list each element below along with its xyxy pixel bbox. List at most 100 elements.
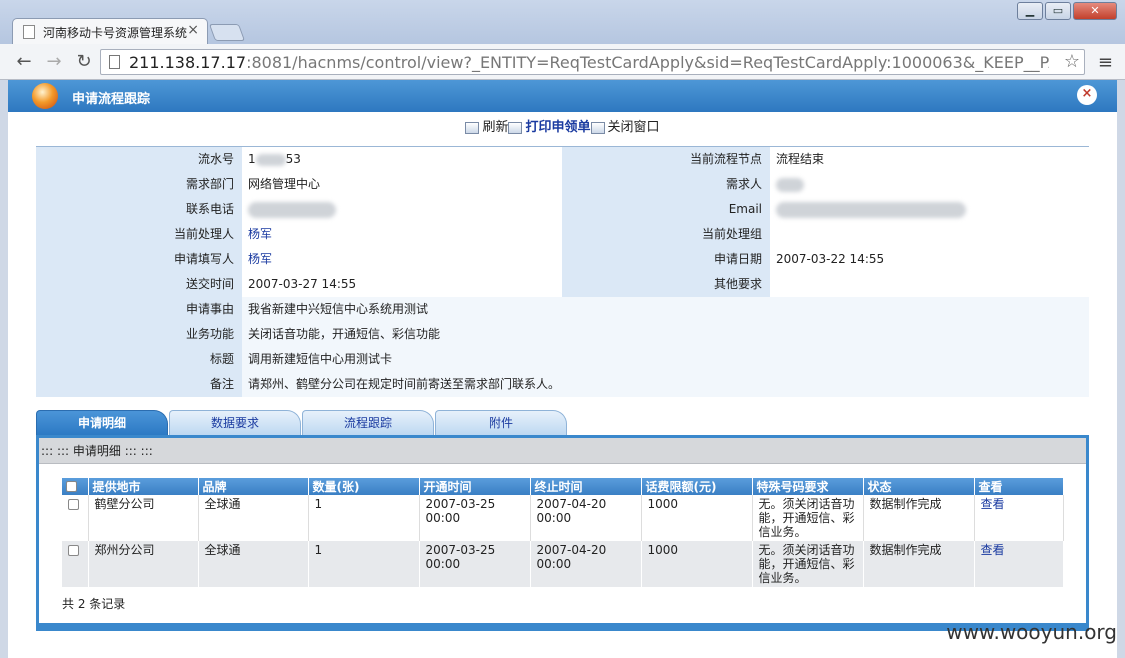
header-close-button[interactable]: × [1077, 85, 1097, 105]
other-req-value [770, 272, 1089, 297]
cell-status: 数据制作完成 [863, 495, 975, 541]
remark-label: 备注 [36, 372, 242, 397]
col-special: 特殊号码要求 [752, 478, 864, 495]
action-bar: 刷新 打印申领单 关闭窗口 [8, 116, 1117, 135]
bookmark-star-icon[interactable]: ☆ [1064, 51, 1080, 72]
page-icon [109, 55, 120, 69]
cell-limit: 1000 [641, 541, 753, 587]
cell-special: 无。须关闭话音功能，开通短信、彩信业务。 [752, 541, 864, 587]
submit-time-label: 送交时间 [36, 272, 242, 297]
submit-time-value: 2007-03-27 14:55 [248, 277, 357, 291]
dept-label: 需求部门 [36, 172, 242, 197]
group-value [770, 222, 1089, 247]
serial-label: 流水号 [36, 147, 242, 172]
apply-date-value: 2007-03-22 14:55 [776, 252, 885, 266]
handler-label: 当前处理人 [36, 222, 242, 247]
phone-label: 联系电话 [36, 197, 242, 222]
cell-status: 数据制作完成 [863, 541, 975, 587]
new-tab-button[interactable] [208, 24, 246, 41]
reason-value: 我省新建中兴短信中心系统用测试 [242, 297, 1089, 322]
cell-qty: 1 [308, 541, 420, 587]
apply-date-label: 申请日期 [562, 247, 770, 272]
cell-qty: 1 [308, 495, 420, 541]
email-value [770, 197, 1089, 222]
back-arrow-icon[interactable]: ← [12, 51, 36, 72]
window-close-button[interactable]: ✕ [1073, 2, 1117, 20]
subject-label: 标题 [36, 347, 242, 372]
node-label: 当前流程节点 [562, 147, 770, 172]
chrome-menu-icon[interactable]: ≡ [1098, 52, 1113, 73]
tab-attachments[interactable]: 附件 [435, 410, 567, 436]
close-window-icon [590, 121, 605, 134]
subject-value: 调用新建短信中心用测试卡 [242, 347, 1089, 372]
table-row: 鹤壁分公司 全球通 1 2007-03-25 00:00 2007-04-20 … [62, 495, 1064, 541]
record-count: 共 2 条记录 [62, 597, 126, 611]
cell-end: 2007-04-20 00:00 [530, 541, 642, 587]
dept-value: 网络管理中心 [248, 177, 321, 191]
browser-tab-title: 河南移动卡号资源管理系统 [43, 26, 188, 40]
reason-label: 申请事由 [36, 297, 242, 322]
url-text[interactable]: 211.138.17.17:8081/hacnms/control/view?_… [129, 53, 1049, 72]
maximize-button[interactable]: ▭ [1045, 2, 1071, 20]
col-end: 终止时间 [530, 478, 642, 495]
view-link[interactable]: 查看 [974, 495, 1064, 541]
cell-start: 2007-03-25 00:00 [419, 495, 531, 541]
forward-arrow-icon[interactable]: → [42, 51, 66, 72]
select-all-checkbox[interactable] [66, 480, 77, 492]
watermark: www.wooyun.org [946, 620, 1117, 644]
reload-icon[interactable]: ↻ [72, 51, 96, 72]
cell-limit: 1000 [641, 495, 753, 541]
tab-process-tracking[interactable]: 流程跟踪 [302, 410, 434, 436]
refresh-icon [465, 121, 480, 134]
cell-start: 2007-03-25 00:00 [419, 541, 531, 587]
page-title: 申请流程跟踪 [72, 92, 151, 107]
requester-value [770, 172, 1089, 197]
minimize-button[interactable]: ▁ [1017, 2, 1043, 20]
handler-value[interactable]: 杨军 [242, 222, 562, 247]
panel-title: ::: ::: 申请明细 ::: ::: [39, 438, 1086, 464]
tab-data-requirements[interactable]: 数据要求 [169, 410, 301, 436]
close-window-link[interactable]: 关闭窗口 [608, 116, 660, 135]
filler-value[interactable]: 杨军 [242, 247, 562, 272]
col-start: 开通时间 [419, 478, 531, 495]
filler-label: 申请填写人 [36, 247, 242, 272]
cell-brand: 全球通 [198, 541, 309, 587]
refresh-link[interactable]: 刷新 [482, 116, 508, 135]
cell-brand: 全球通 [198, 495, 309, 541]
col-status: 状态 [863, 478, 975, 495]
group-label: 当前处理组 [562, 222, 770, 247]
row-checkbox[interactable] [68, 545, 79, 556]
function-label: 业务功能 [36, 322, 242, 347]
browser-tab-active[interactable]: 河南移动卡号资源管理系统 × [12, 18, 208, 45]
table-row: 郑州分公司 全球通 1 2007-03-25 00:00 2007-04-20 … [62, 541, 1064, 587]
page-content: 申请流程跟踪 × 刷新 打印申领单 关闭窗口 流水号 1 53 当前流程节点 流程结束… [8, 80, 1117, 658]
print-form-link[interactable]: 打印申领单 [525, 116, 590, 135]
china-mobile-logo [32, 83, 58, 109]
tab-close-icon[interactable]: × [187, 22, 199, 38]
request-info-table: 流水号 1 53 当前流程节点 流程结束 需求部门 网络管理中心 需求人 联系电话… [36, 146, 1089, 397]
detail-table: 提供地市 品牌 数量(张) 开通时间 终止时间 话费限额(元) 特殊号码要求 状… [62, 478, 1064, 587]
browser-toolbar: ← → ↻ 211.138.17.17:8081/hacnms/control/… [0, 44, 1125, 80]
address-bar[interactable]: 211.138.17.17:8081/hacnms/control/view?_… [100, 49, 1085, 75]
row-select-cell [62, 541, 89, 587]
col-city: 提供地市 [88, 478, 199, 495]
page-favicon-icon [23, 25, 35, 39]
cell-special: 无。须关闭话音功能，开通短信、彩信业务。 [752, 495, 864, 541]
window-controls: ▁ ▭ ✕ [1017, 2, 1117, 20]
tab-apply-detail[interactable]: 申请明细 [36, 410, 168, 436]
col-limit: 话费限额(元) [641, 478, 753, 495]
phone-value [242, 197, 562, 222]
print-icon [508, 121, 523, 134]
col-qty: 数量(张) [308, 478, 420, 495]
serial-value: 1 53 [248, 152, 301, 166]
email-label: Email [562, 197, 770, 222]
detail-panel: ::: ::: 申请明细 ::: ::: 提供地市 品牌 数量(张) 开通时间 … [36, 435, 1089, 631]
cell-city: 郑州分公司 [88, 541, 199, 587]
view-link[interactable]: 查看 [974, 541, 1064, 587]
row-select-cell [62, 495, 89, 541]
select-all-cell [62, 478, 89, 495]
row-checkbox[interactable] [68, 499, 79, 510]
requester-label: 需求人 [562, 172, 770, 197]
other-req-label: 其他要求 [562, 272, 770, 297]
node-value: 流程结束 [776, 152, 825, 166]
